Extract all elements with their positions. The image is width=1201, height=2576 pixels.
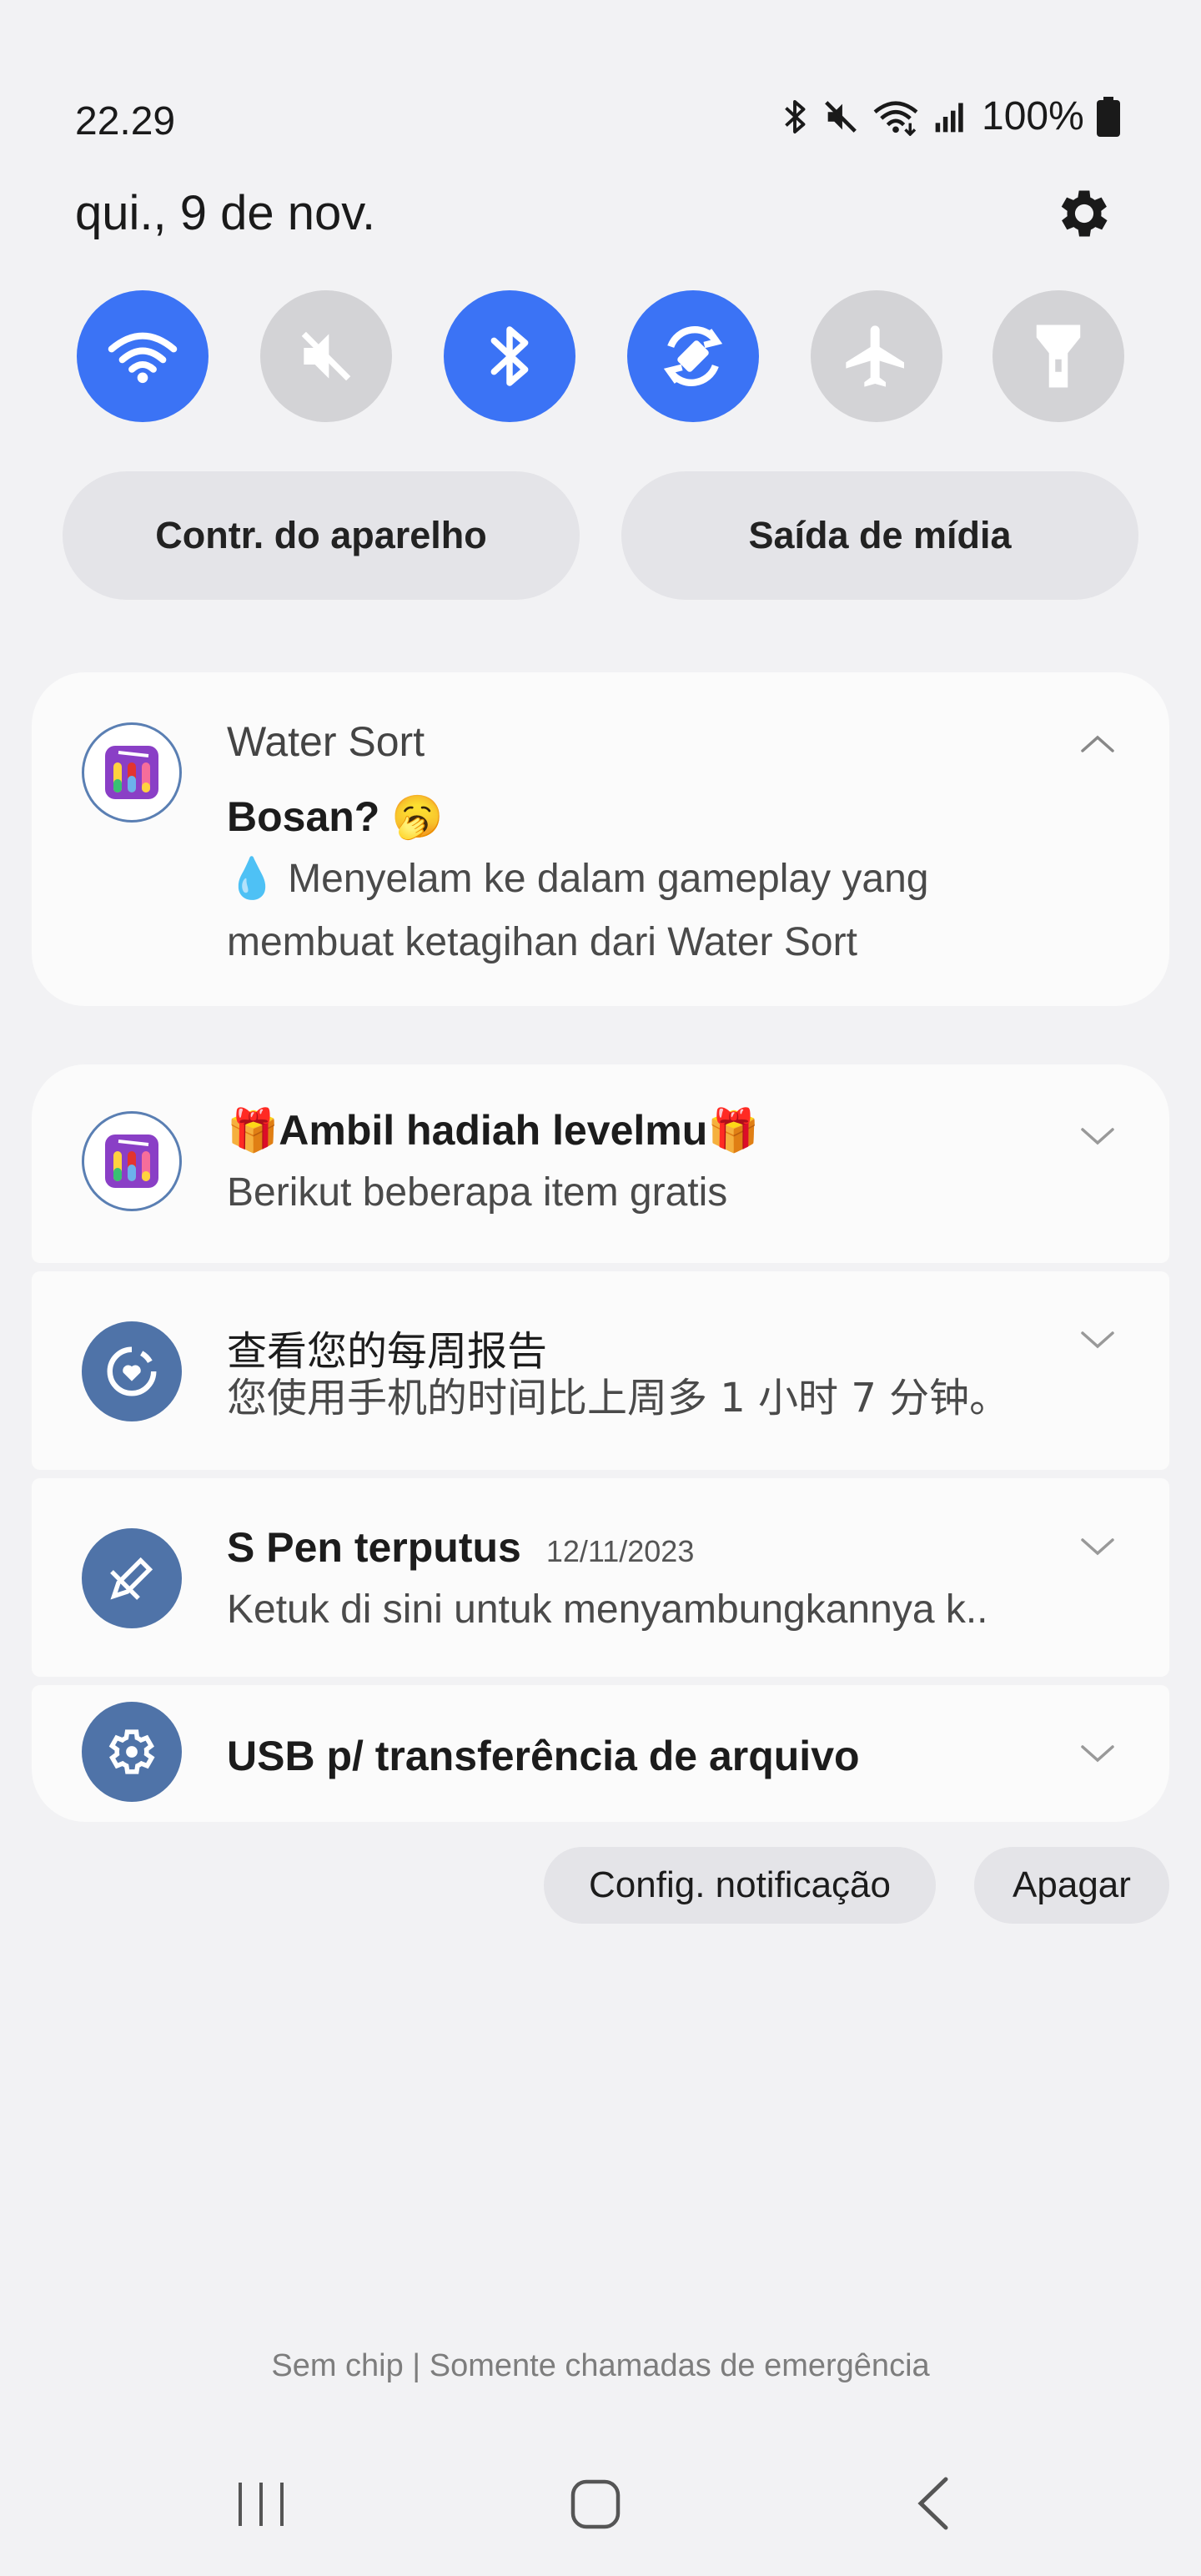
toggle-flashlight[interactable] xyxy=(992,290,1124,422)
battery-icon xyxy=(1096,96,1120,137)
notification-settings-button[interactable]: Config. notificação xyxy=(544,1847,936,1924)
notification-water-sort[interactable]: Water Sort Bosan? 🥱 💧 Menyelam ke dalam … xyxy=(32,672,1169,1006)
status-time: 22.29 xyxy=(75,99,176,143)
status-icons: 100% xyxy=(780,93,1121,139)
notification-title: USB p/ transferência de arquivo xyxy=(227,1733,860,1779)
notification-s-pen[interactable]: S Pen terputus 12/11/2023 Ketuk di sini … xyxy=(32,1478,1169,1677)
notification-usb[interactable]: USB p/ transferência de arquivo xyxy=(32,1685,1169,1822)
rotate-icon xyxy=(663,326,723,386)
signal-status-icon xyxy=(935,103,963,132)
mute-icon xyxy=(301,331,351,381)
clear-button[interactable]: Apagar xyxy=(974,1847,1169,1924)
notification-date: 12/11/2023 xyxy=(545,1534,695,1568)
s-pen-header: S Pen terputus 12/11/2023 xyxy=(227,1523,694,1572)
recents-icon[interactable] xyxy=(235,2479,287,2529)
device-control-button[interactable]: Contr. do aparelho xyxy=(63,471,580,600)
chevron-down-icon[interactable] xyxy=(1079,1124,1116,1148)
flashlight-icon xyxy=(1036,325,1081,388)
chevron-down-icon[interactable] xyxy=(1079,1742,1116,1765)
notification-body: 您使用手机的时间比上周多 1 小时 7 分钟。 xyxy=(227,1375,1010,1421)
wifi-icon xyxy=(108,332,178,384)
toggle-auto-rotate[interactable] xyxy=(627,290,759,422)
notification-title: S Pen terputus xyxy=(227,1524,521,1571)
s-pen-icon xyxy=(82,1528,182,1628)
back-icon[interactable] xyxy=(914,2476,951,2531)
notification-level-reward[interactable]: 🎁Ambil hadiah levelmu🎁 Berikut beberapa … xyxy=(32,1064,1169,1263)
toggle-airplane-mode[interactable] xyxy=(811,290,942,422)
battery-percentage: 100% xyxy=(982,94,1084,138)
chevron-down-icon[interactable] xyxy=(1079,1535,1116,1558)
digital-wellbeing-icon xyxy=(82,1321,182,1421)
airplane-icon xyxy=(846,325,904,387)
media-output-button[interactable]: Saída de mídia xyxy=(621,471,1138,600)
water-sort-app-icon xyxy=(82,722,182,823)
toggle-wifi[interactable] xyxy=(77,290,209,422)
chevron-up-icon[interactable] xyxy=(1079,732,1116,756)
notification-body: Berikut beberapa item gratis xyxy=(227,1170,728,1215)
usb-settings-icon xyxy=(82,1702,182,1802)
toggle-bluetooth[interactable] xyxy=(444,290,575,422)
notification-weekly-report[interactable]: 查看您的每周报告 您使用手机的时间比上周多 1 小时 7 分钟。 xyxy=(32,1271,1169,1470)
gear-icon[interactable] xyxy=(1053,182,1116,245)
notification-title: Bosan? 🥱 xyxy=(227,793,444,840)
carrier-status-text: Sem chip | Somente chamadas de emergênci… xyxy=(271,2348,930,2383)
notification-app-name: Water Sort xyxy=(227,718,425,765)
chevron-down-icon[interactable] xyxy=(1079,1328,1116,1351)
bluetooth-status-icon xyxy=(785,99,806,133)
bluetooth-icon xyxy=(490,326,529,386)
wifi-status-icon xyxy=(873,100,918,136)
panel-date: qui., 9 de nov. xyxy=(75,186,376,240)
notification-title: 🎁Ambil hadiah levelmu🎁 xyxy=(227,1107,760,1154)
notification-title: 查看您的每周报告 xyxy=(227,1328,548,1375)
mute-status-icon xyxy=(825,100,857,133)
notification-body: Ketuk di sini untuk menyambungkannya k.. xyxy=(227,1587,988,1632)
toggle-sound[interactable] xyxy=(260,290,392,422)
notification-body: 💧 Menyelam ke dalam gameplay yang membua… xyxy=(227,857,929,964)
water-sort-app-icon xyxy=(82,1111,182,1211)
home-icon[interactable] xyxy=(570,2479,621,2529)
